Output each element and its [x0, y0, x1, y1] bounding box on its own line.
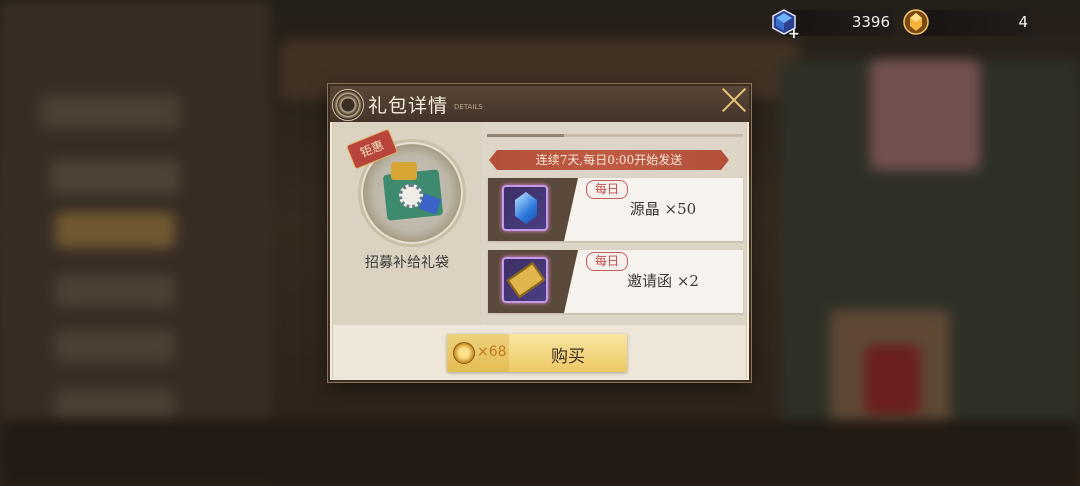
daily-tag: 每日	[586, 180, 628, 199]
pack-preview: 钜惠 招募补给礼袋	[333, 122, 481, 325]
close-icon[interactable]	[717, 82, 751, 116]
buy-label: 购买	[551, 347, 585, 367]
gold-amount: 4	[1018, 13, 1028, 31]
buy-button[interactable]: ×68 购买	[447, 334, 627, 372]
gold-coin-icon	[453, 342, 475, 364]
invitation-ticket-icon[interactable]	[502, 257, 548, 303]
price-tag: ×68	[447, 334, 509, 372]
price-amount: ×68	[477, 344, 507, 360]
reward-name: 源晶 ×50	[629, 200, 697, 218]
dialog-title: 礼包详情	[368, 95, 449, 117]
reward-item: 每日 源晶 ×50	[488, 178, 743, 241]
add-crystal-icon[interactable]: +	[788, 26, 800, 42]
reward-list: 连续7天,每日0:00开始发送 每日 源晶 ×50 每日 邀请函 ×2	[483, 122, 746, 325]
gold-crystal-icon	[903, 9, 929, 35]
pack-name: 招募补给礼袋	[365, 255, 449, 271]
crystal-currency[interactable]: + 3396	[772, 9, 894, 42]
scroll-indicator	[487, 134, 743, 137]
reward-name: 邀请函 ×2	[627, 272, 699, 290]
delivery-banner: 连续7天,每日0:00开始发送	[489, 150, 729, 170]
emblem-icon	[332, 89, 364, 121]
dialog-subtitle: DETAILS	[454, 103, 483, 111]
gift-pack-details-dialog: 礼包详情 DETAILS 钜惠 招募补给礼袋 连续7天,每日0:00开始发送 每…	[328, 84, 751, 382]
dialog-footer: ×68 购买	[333, 325, 746, 380]
gold-currency[interactable]: 4	[903, 9, 1032, 36]
dialog-body: 钜惠 招募补给礼袋 连续7天,每日0:00开始发送 每日 源晶 ×50 每日 邀…	[333, 122, 746, 325]
reward-item: 每日 邀请函 ×2	[488, 250, 743, 313]
dialog-header: 礼包详情 DETAILS	[330, 86, 749, 122]
daily-tag: 每日	[586, 252, 628, 271]
source-crystal-icon[interactable]	[502, 185, 548, 231]
crystal-amount: 3396	[851, 13, 890, 31]
